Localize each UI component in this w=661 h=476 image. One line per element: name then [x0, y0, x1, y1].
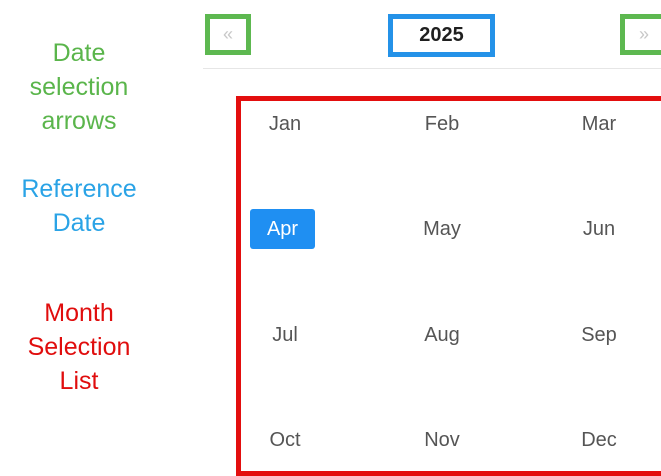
month-apr[interactable]: Apr — [250, 209, 315, 249]
month-sep[interactable]: Sep — [570, 315, 628, 355]
previous-year-button[interactable]: « — [205, 14, 251, 55]
month-selection-list — [236, 96, 661, 476]
month-aug[interactable]: Aug — [413, 315, 471, 355]
month-dec[interactable]: Dec — [570, 420, 628, 460]
date-selection-arrows-annotation: Date selection arrows — [29, 39, 129, 135]
reference-date-annotation: Reference Date — [21, 175, 137, 237]
month-mar[interactable]: Mar — [570, 104, 628, 144]
month-may[interactable]: May — [413, 209, 471, 249]
reference-year[interactable]: 2025 — [388, 14, 495, 57]
month-feb[interactable]: Feb — [413, 104, 471, 144]
month-jan[interactable]: Jan — [256, 104, 314, 144]
year-label: 2025 — [419, 24, 464, 46]
month-nov[interactable]: Nov — [413, 420, 471, 460]
double-chevron-right-icon: » — [638, 24, 649, 44]
double-chevron-left-icon: « — [222, 24, 233, 44]
month-selection-list-annotation: Month Selection List — [27, 299, 131, 395]
month-oct[interactable]: Oct — [256, 420, 314, 460]
next-year-button[interactable]: » — [620, 14, 661, 55]
header-divider — [203, 68, 661, 69]
month-jun[interactable]: Jun — [570, 209, 628, 249]
month-jul[interactable]: Jul — [256, 315, 314, 355]
